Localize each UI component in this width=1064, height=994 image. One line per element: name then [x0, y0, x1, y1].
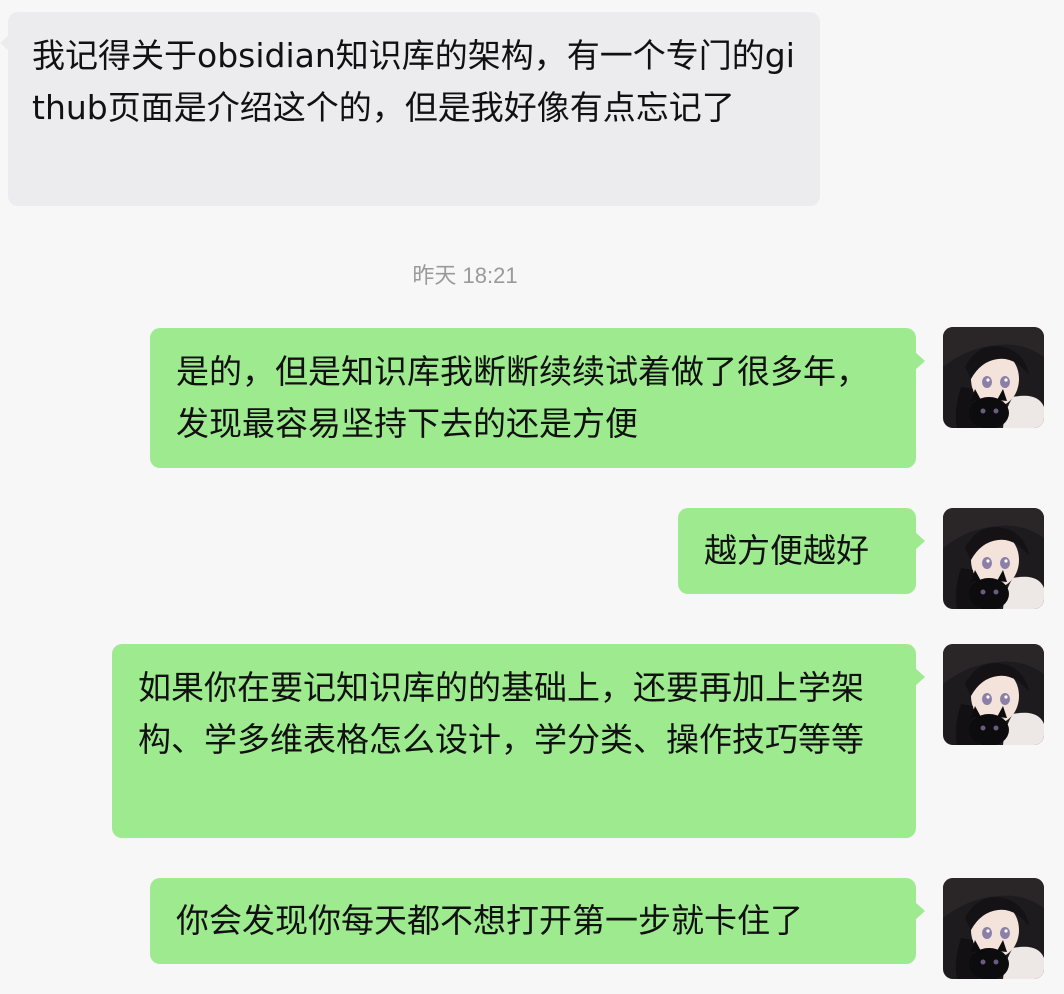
- anime-girl-avatar-icon: [943, 508, 1044, 609]
- bubble-tail: [915, 352, 925, 370]
- message-text: 越方便越好: [704, 531, 869, 570]
- anime-girl-avatar-icon: [943, 644, 1044, 745]
- chat-view: 我记得关于obsidian知识库的架构，有一个专门的github页面是介绍这个的…: [0, 0, 1064, 994]
- message-timestamp: 昨天 18:21: [412, 263, 518, 288]
- avatar[interactable]: [943, 327, 1044, 428]
- avatar[interactable]: [943, 878, 1044, 979]
- message-text: 我记得关于obsidian知识库的架构，有一个专门的github页面是介绍这个的…: [32, 36, 795, 127]
- bubble-tail: [915, 902, 925, 920]
- outgoing-message-bubble[interactable]: 是的，但是知识库我断断续续试着做了很多年，发现最容易坚持下去的还是方便: [150, 328, 916, 468]
- outgoing-message-bubble[interactable]: 如果你在要记知识库的的基础上，还要再加上学架构、学多维表格怎么设计，学分类、操作…: [112, 644, 916, 838]
- outgoing-message-bubble[interactable]: 越方便越好: [678, 508, 916, 594]
- message-text: 如果你在要记知识库的的基础上，还要再加上学架构、学多维表格怎么设计，学分类、操作…: [138, 668, 864, 759]
- anime-girl-avatar-icon: [943, 327, 1044, 428]
- anime-girl-avatar-icon: [943, 878, 1044, 979]
- bubble-tail: [915, 532, 925, 550]
- message-text: 你会发现你每天都不想打开第一步就卡住了: [176, 901, 803, 940]
- message-text: 是的，但是知识库我断断续续试着做了很多年，发现最容易坚持下去的还是方便: [176, 352, 869, 443]
- outgoing-message-bubble[interactable]: 你会发现你每天都不想打开第一步就卡住了: [150, 878, 916, 964]
- bubble-tail: [915, 668, 925, 686]
- avatar[interactable]: [943, 644, 1044, 745]
- incoming-message-bubble[interactable]: 我记得关于obsidian知识库的架构，有一个专门的github页面是介绍这个的…: [8, 12, 820, 206]
- avatar[interactable]: [943, 508, 1044, 609]
